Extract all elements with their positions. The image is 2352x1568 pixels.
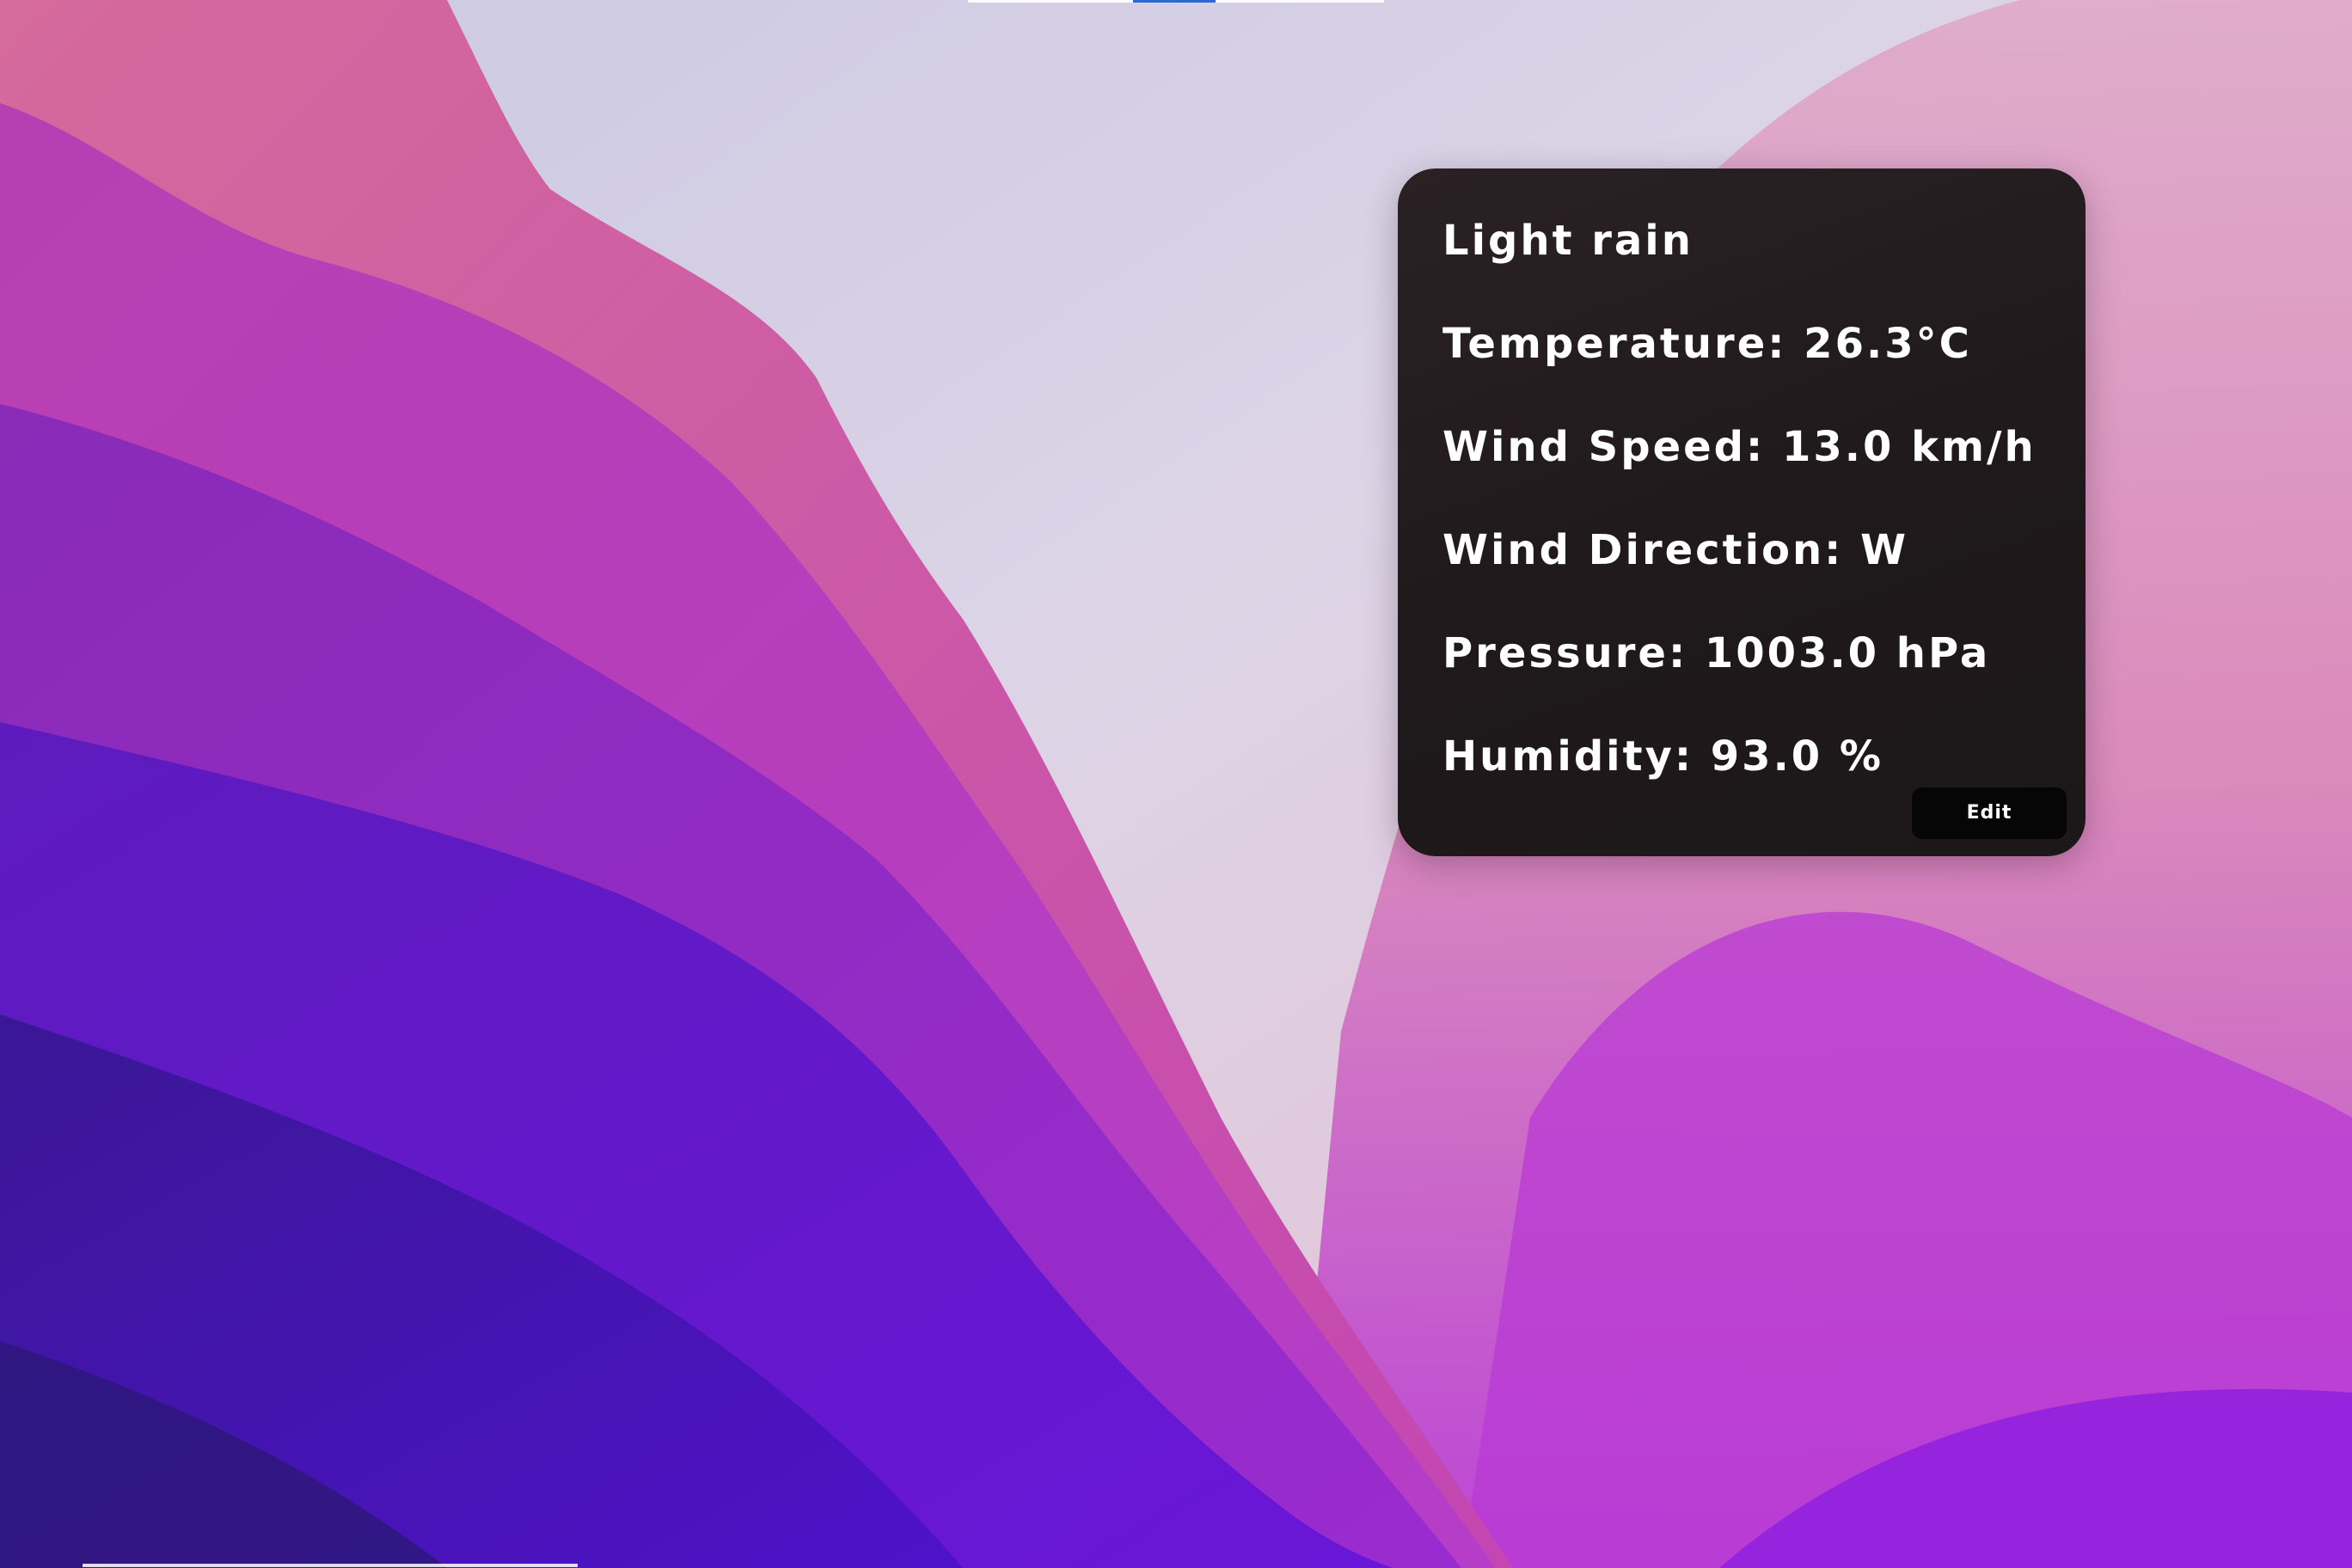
temperature-text: Temperature: 26.3°C xyxy=(1442,320,1972,368)
bottom-bar-segment xyxy=(83,1564,578,1567)
humidity-text: Humidity: 93.0 % xyxy=(1442,732,1883,781)
pressure-text: Pressure: 1003.0 hPa xyxy=(1442,629,1991,677)
edit-button[interactable]: Edit xyxy=(1912,787,2067,839)
wind-speed-text: Wind Speed: 13.0 km/h xyxy=(1442,423,2037,471)
top-bar-highlight xyxy=(1133,0,1216,3)
weather-widget: Light rain Temperature: 26.3°C Wind Spee… xyxy=(1398,168,2086,856)
wind-direction-text: Wind Direction: W xyxy=(1442,526,1909,574)
weather-condition: Light rain xyxy=(1442,217,1694,265)
desktop: Light rain Temperature: 26.3°C Wind Spee… xyxy=(0,0,2352,1568)
